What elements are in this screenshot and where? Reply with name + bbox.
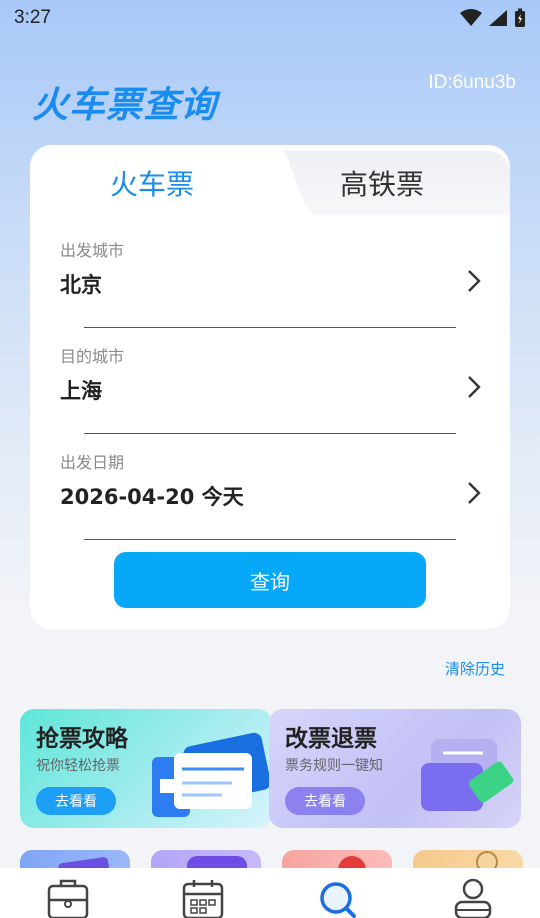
promo-title: 抢票攻略: [36, 726, 128, 752]
toolbox-icon: [47, 879, 88, 918]
date-value: 2026-04-20 今天: [60, 485, 244, 509]
chevron-right-icon: [468, 376, 481, 398]
ticket-illustration-icon: [152, 732, 271, 817]
page-title: 火车票查询: [32, 85, 218, 126]
battery-icon: [515, 8, 525, 27]
departure-city-field[interactable]: 出发城市 北京: [60, 237, 481, 343]
promo-subtitle: 祝你轻松抢票: [36, 758, 120, 774]
destination-label: 目的城市: [60, 347, 125, 366]
bottom-nav: [0, 868, 540, 918]
query-button[interactable]: 查询: [114, 552, 426, 608]
promo-ticket-grab-guide[interactable]: 抢票攻略 祝你轻松抢票 去看看: [20, 709, 272, 828]
divider: [84, 539, 456, 540]
tab-train-ticket[interactable]: 火车票: [110, 163, 194, 203]
status-bar: 3:27: [0, 0, 540, 36]
departure-date-field[interactable]: 出发日期 2026-04-20 今天: [60, 449, 481, 555]
promo-title: 改票退票: [285, 726, 377, 752]
nav-profile[interactable]: [443, 868, 503, 918]
tab-high-speed-ticket[interactable]: 高铁票: [340, 163, 424, 203]
signal-icon: [489, 10, 507, 26]
chevron-right-icon: [468, 482, 481, 504]
profile-icon: [454, 878, 491, 918]
refund-ticket-icon: [421, 739, 514, 811]
date-label: 出发日期: [60, 453, 125, 472]
departure-value: 北京: [60, 273, 102, 297]
departure-label: 出发城市: [60, 241, 125, 260]
destination-value: 上海: [60, 379, 102, 403]
user-id-label: ID:6unu3b: [428, 72, 516, 93]
divider: [84, 433, 456, 434]
promo-subtitle: 票务规则一键知: [285, 758, 383, 774]
divider: [84, 327, 456, 328]
nav-calendar[interactable]: [173, 868, 233, 918]
search-icon: [319, 882, 356, 918]
promo-view-button[interactable]: 去看看: [285, 787, 365, 815]
nav-search[interactable]: [308, 868, 368, 918]
clear-history-link[interactable]: 清除历史: [445, 658, 505, 679]
destination-city-field[interactable]: 目的城市 上海: [60, 343, 481, 449]
tab-curve: [268, 145, 318, 215]
nav-toolbox[interactable]: [38, 868, 98, 918]
status-time: 3:27: [14, 7, 51, 28]
promo-change-refund[interactable]: 改票退票 票务规则一键知 去看看: [269, 709, 521, 828]
wifi-icon: [460, 9, 482, 26]
chevron-right-icon: [468, 270, 481, 292]
search-card: 火车票 高铁票 出发城市 北京 目的城市 上海 出发日期 2026-04-20 …: [30, 145, 510, 629]
calendar-icon: [182, 880, 223, 918]
promo-view-button[interactable]: 去看看: [36, 787, 116, 815]
status-icons: [460, 8, 526, 28]
